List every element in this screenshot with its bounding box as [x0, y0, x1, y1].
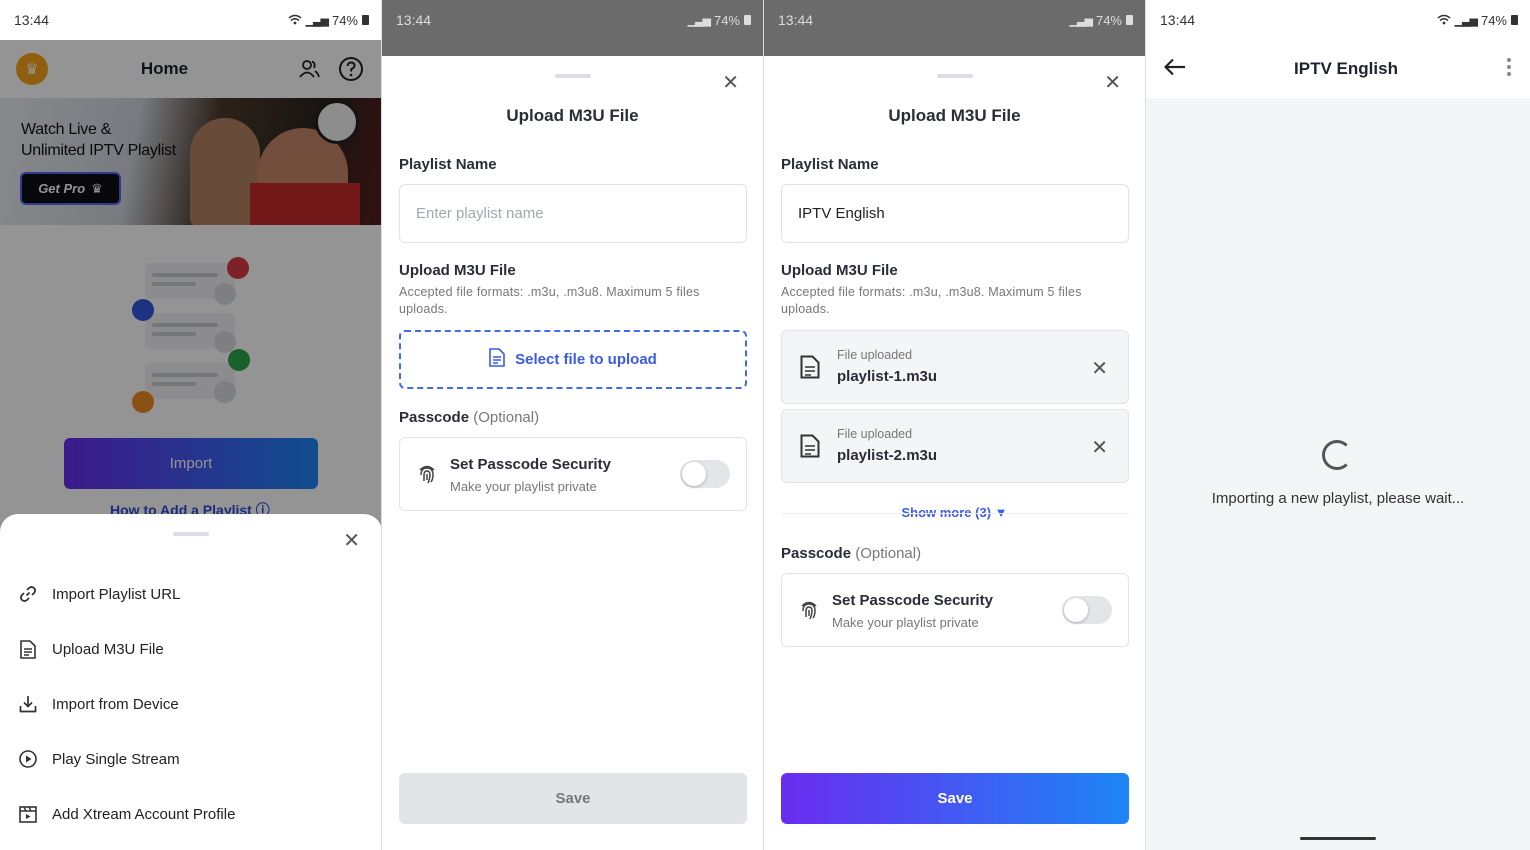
- passcode-label: Passcode (Optional): [781, 545, 922, 562]
- playlist-name-input[interactable]: Enter playlist name: [399, 184, 747, 243]
- playlist-name-label: Playlist Name: [399, 156, 497, 173]
- dimmed-background[interactable]: 13:44 ▁▃▅ 74%: [382, 0, 763, 56]
- link-icon: [18, 584, 38, 604]
- dimmed-background[interactable]: 13:44 ▁▃▅ 74%: [764, 0, 1145, 56]
- battery-level: 74%: [331, 12, 358, 28]
- passcode-toggle[interactable]: [680, 460, 730, 488]
- menu-upload-m3u[interactable]: Upload M3U File: [18, 639, 164, 659]
- close-icon[interactable]: ✕: [343, 528, 360, 553]
- signal-icon: ▁▃▅: [1069, 14, 1093, 27]
- wifi-icon: [288, 13, 302, 28]
- remove-file-icon[interactable]: ✕: [1091, 435, 1108, 460]
- battery-icon: [744, 15, 751, 25]
- status-time: 13:44: [1160, 12, 1196, 28]
- menu-import-playlist-url[interactable]: Import Playlist URL: [18, 584, 180, 604]
- upload-label: Upload M3U File: [399, 262, 516, 279]
- upload-sheet: ✕ Upload M3U File Playlist Name Enter pl…: [382, 56, 763, 850]
- playlist-name-label: Playlist Name: [781, 156, 879, 173]
- signal-icon: ▁▃▅: [1454, 14, 1478, 27]
- file-icon: [800, 355, 822, 381]
- status-time: 13:44: [396, 12, 432, 28]
- uploaded-file-card: File uploaded playlist-2.m3u ✕: [781, 409, 1129, 483]
- menu-import-from-device[interactable]: Import from Device: [18, 694, 179, 714]
- sheet-handle[interactable]: [173, 532, 209, 536]
- divider: [781, 513, 1129, 514]
- save-button[interactable]: Save: [399, 773, 747, 824]
- loading-message: Importing a new playlist, please wait...: [1211, 490, 1465, 507]
- menu-play-single-stream[interactable]: Play Single Stream: [18, 749, 180, 769]
- upload-helper: Accepted file formats: .m3u, .m3u8. Maxi…: [781, 285, 1082, 316]
- passcode-card: Set Passcode Security Make your playlist…: [399, 437, 747, 511]
- close-icon[interactable]: ✕: [1104, 70, 1121, 95]
- screen-importing: 13:44 ▁▃▅ 74% IPTV English Importing a n…: [1146, 0, 1530, 850]
- play-icon: [18, 749, 38, 769]
- upload-sheet: ✕ Upload M3U File Playlist Name IPTV Eng…: [764, 56, 1145, 850]
- sheet-title: Upload M3U File: [888, 106, 1021, 125]
- battery-level: 74%: [1095, 12, 1122, 28]
- video-icon: [18, 804, 38, 824]
- wifi-icon: [1437, 13, 1451, 28]
- remove-file-icon[interactable]: ✕: [1091, 356, 1108, 381]
- screen-home: 13:44 ▁▃▅ 74% ♛ Home Watch Live & Unlimi…: [0, 0, 382, 850]
- battery-icon: [1126, 15, 1133, 25]
- import-options-sheet: ✕ Import Playlist URL Upload M3U File Im…: [0, 514, 381, 850]
- status-bar: 13:44 ▁▃▅ 74%: [0, 0, 381, 40]
- passcode-label: Passcode (Optional): [399, 409, 540, 426]
- signal-icon: ▁▃▅: [305, 14, 329, 27]
- battery-icon: [362, 15, 369, 25]
- loading-area: Importing a new playlist, please wait...: [1146, 98, 1530, 850]
- menu-add-xtream-account[interactable]: Add Xtream Account Profile: [18, 804, 235, 824]
- fingerprint-icon: [416, 463, 438, 485]
- status-bar: 13:44 ▁▃▅ 74%: [1146, 0, 1530, 40]
- sheet-handle[interactable]: [936, 74, 973, 78]
- file-icon: [800, 434, 822, 460]
- sheet-title: Upload M3U File: [506, 106, 639, 125]
- fingerprint-icon: [798, 599, 820, 621]
- battery-level: 74%: [1480, 12, 1507, 28]
- passcode-toggle[interactable]: [1062, 596, 1112, 624]
- close-icon[interactable]: ✕: [722, 70, 739, 95]
- file-icon: [18, 639, 38, 659]
- screen-upload-filled: 13:44 ▁▃▅ 74% ✕ Upload M3U File Playlist…: [764, 0, 1146, 850]
- passcode-card: Set Passcode Security Make your playlist…: [781, 573, 1129, 647]
- page-title: IPTV English: [1294, 59, 1398, 78]
- status-bar: 13:44 ▁▃▅ 74%: [382, 0, 763, 40]
- back-arrow-icon[interactable]: [1163, 58, 1186, 81]
- battery-icon: [1511, 15, 1518, 25]
- uploaded-file-card: File uploaded playlist-1.m3u ✕: [781, 330, 1129, 404]
- upload-helper: Accepted file formats: .m3u, .m3u8. Maxi…: [399, 285, 700, 316]
- playlist-header: IPTV English: [1146, 40, 1530, 98]
- save-button[interactable]: Save: [781, 773, 1129, 824]
- status-time: 13:44: [778, 12, 814, 28]
- battery-level: 74%: [713, 12, 740, 28]
- sheet-handle[interactable]: [554, 74, 591, 78]
- upload-label: Upload M3U File: [781, 262, 898, 279]
- status-time: 13:44: [14, 12, 50, 28]
- file-icon: [489, 348, 505, 371]
- loading-spinner-icon: [1322, 440, 1352, 470]
- more-vertical-icon[interactable]: [1506, 57, 1512, 82]
- status-bar: 13:44 ▁▃▅ 74%: [764, 0, 1145, 40]
- signal-icon: ▁▃▅: [687, 14, 711, 27]
- download-icon: [18, 694, 38, 714]
- playlist-name-input[interactable]: IPTV English: [781, 184, 1129, 243]
- home-indicator[interactable]: [1300, 837, 1376, 840]
- select-file-button[interactable]: Select file to upload: [399, 330, 747, 389]
- screen-upload-empty: 13:44 ▁▃▅ 74% ✕ Upload M3U File Playlist…: [382, 0, 764, 850]
